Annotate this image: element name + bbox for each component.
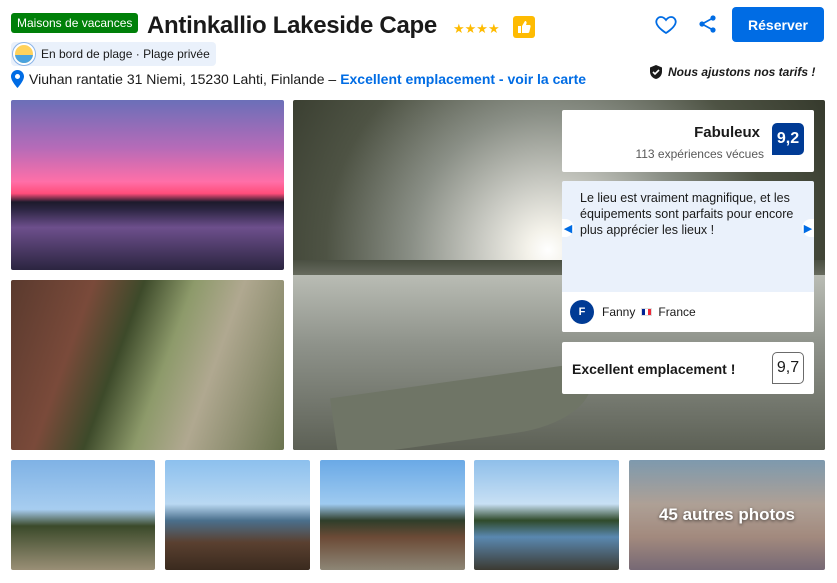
chevron-left-icon[interactable]: ◀ <box>562 219 574 237</box>
score-badge: 9,2 <box>772 123 804 155</box>
thumb-photo-4[interactable] <box>474 460 619 570</box>
photo-cabin-path[interactable] <box>11 280 284 450</box>
guest-review-card: ◀ Le lieu est vraiment magnifique, et le… <box>562 181 814 332</box>
review-country: France <box>658 305 696 319</box>
beach-icon <box>13 43 35 65</box>
location-label: Excellent emplacement ! <box>572 361 736 377</box>
map-pin-icon <box>11 70 24 88</box>
more-photos-label[interactable]: 45 autres photos <box>629 460 825 570</box>
location-score-card[interactable]: Excellent emplacement ! 9,7 <box>562 342 814 394</box>
review-author: Fanny <box>602 305 636 319</box>
photo-sunset-lake[interactable] <box>11 100 284 270</box>
address-row: Viuhan rantatie 31 Niemi, 15230 Lahti, F… <box>11 70 586 88</box>
thumb-photo-more[interactable]: 45 autres photos <box>629 460 825 570</box>
share-icon[interactable] <box>697 13 719 35</box>
heart-icon[interactable] <box>654 13 678 37</box>
star-rating: ★★★★ <box>453 21 500 36</box>
review-count: 113 expériences vécues <box>635 147 764 161</box>
avatar: F <box>570 300 594 324</box>
location-score-badge: 9,7 <box>772 352 804 384</box>
chevron-right-icon[interactable]: ▶ <box>802 219 814 237</box>
price-note-text: Nous ajustons nos tarifs ! <box>668 65 816 79</box>
score-word: Fabuleux <box>694 124 760 141</box>
review-author-row: F Fanny France <box>562 292 814 332</box>
property-type-badge: Maisons de vacances <box>11 13 139 33</box>
map-link[interactable]: Excellent emplacement - voir la carte <box>340 71 586 87</box>
thumbs-up-icon[interactable] <box>513 16 535 38</box>
address-text: Viuhan rantatie 31 Niemi, 15230 Lahti, F… <box>29 71 337 87</box>
reserve-button[interactable]: Réserver <box>732 7 824 42</box>
thumb-photo-1[interactable] <box>11 460 155 570</box>
review-score-card[interactable]: Fabuleux 113 expériences vécues 9,2 <box>562 110 814 172</box>
france-flag-icon <box>641 308 653 316</box>
beach-label: En bord de plage · Plage privée <box>41 47 210 61</box>
price-match-note[interactable]: Nous ajustons nos tarifs ! <box>648 64 815 80</box>
beach-badge: En bord de plage · Plage privée <box>11 42 216 66</box>
shield-check-icon <box>650 65 662 79</box>
thumb-photo-2[interactable] <box>165 460 310 570</box>
property-title: Antinkallio Lakeside Cape <box>147 12 437 39</box>
review-text: Le lieu est vraiment magnifique, et les … <box>580 191 794 237</box>
thumb-photo-3[interactable] <box>320 460 465 570</box>
